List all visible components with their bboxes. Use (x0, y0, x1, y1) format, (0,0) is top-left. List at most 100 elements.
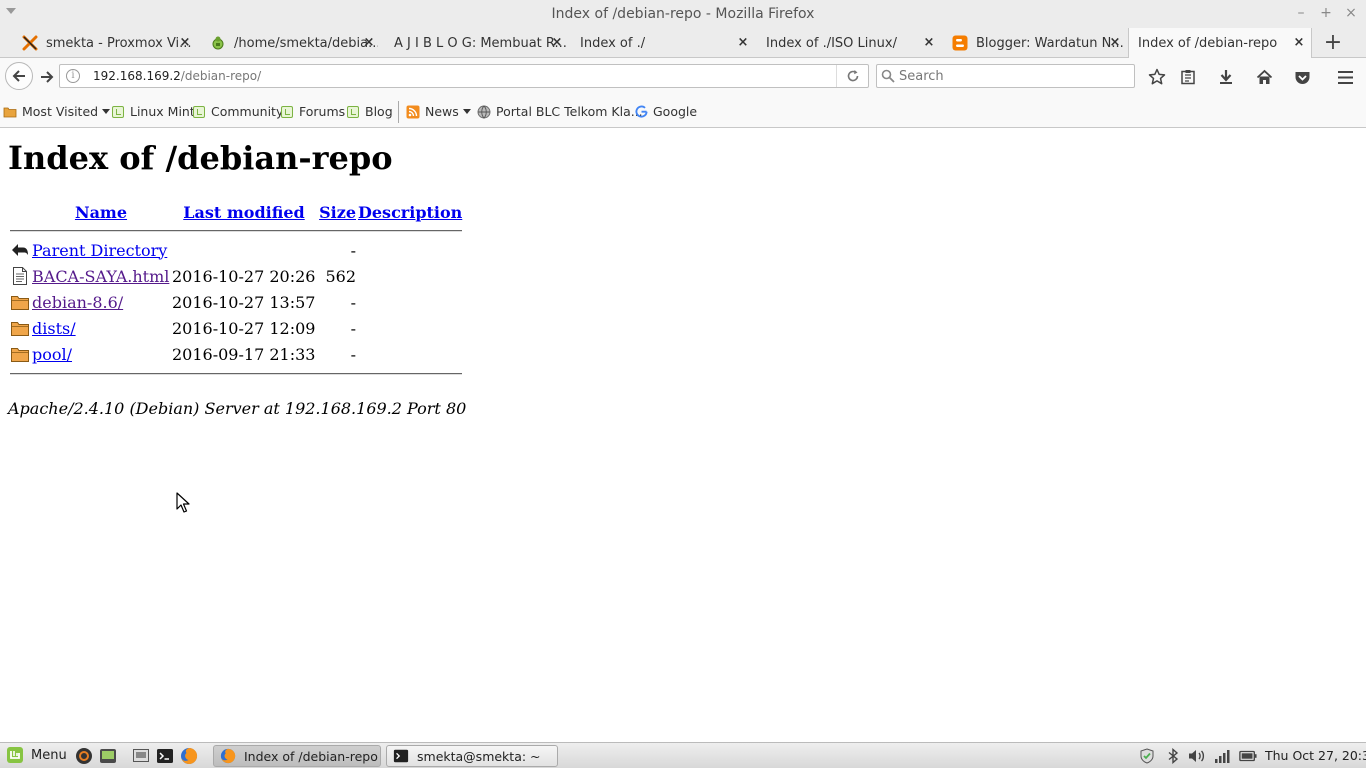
directory-link[interactable]: dists/ (32, 319, 76, 338)
name-cell: BACA-SAYA.html (32, 264, 170, 288)
sort-by-last-modified-link[interactable]: Last modified (183, 203, 304, 222)
ubuntu-software-icon[interactable] (75, 747, 93, 765)
sort-by-description-link[interactable]: Description (358, 203, 462, 222)
bookmark-linux-mint[interactable]: Linux Mint (111, 104, 195, 119)
page-content: Index of /debian-repo Name Last modified… (0, 129, 1366, 742)
name-cell: debian-8.6/ (32, 290, 170, 314)
listing-header-row: Name Last modified Size Description (10, 201, 462, 223)
tab-close-icon[interactable]: × (1292, 35, 1306, 50)
tab-label: Blogger: Wardatun N... (976, 35, 1124, 51)
modified-cell: 2016-10-27 13:57 (172, 292, 316, 312)
maximize-button[interactable]: + (1318, 5, 1334, 21)
bookmark-label: Linux Mint (130, 104, 195, 119)
mint-icon (111, 105, 125, 119)
search-input[interactable] (899, 67, 1129, 85)
bookmark-news[interactable]: News (406, 104, 471, 119)
new-tab-button[interactable]: + (1322, 30, 1344, 55)
pocket-button[interactable] (1291, 66, 1313, 88)
name-cell: pool/ (32, 342, 170, 366)
tab-blogger[interactable]: Blogger: Wardatun N... × (952, 28, 1124, 58)
bookmark-label: Most Visited (22, 104, 99, 119)
minimize-button[interactable]: – (1293, 5, 1309, 21)
task-label: Index of /debian-repo ... (244, 748, 381, 764)
tab-close-icon[interactable]: × (736, 35, 750, 50)
system-monitor-icon[interactable] (99, 747, 117, 765)
tab-index-root[interactable]: Index of ./ × (580, 28, 752, 58)
directory-link[interactable]: debian-8.6/ (32, 293, 123, 312)
tab-debian-repo[interactable]: Index of /debian-repo × (1128, 28, 1312, 59)
row-icon-cell (10, 342, 30, 366)
reload-button[interactable] (836, 65, 868, 87)
proxmox-icon (22, 35, 38, 51)
modified-cell: 2016-09-17 21:33 (172, 344, 316, 364)
tab-file-manager[interactable]: /home/smekta/debia... × (210, 28, 378, 58)
taskbar-item-terminal[interactable]: smekta@smekta: ~ (386, 745, 558, 767)
volume-icon[interactable] (1188, 748, 1206, 764)
sort-by-size-link[interactable]: Size (319, 203, 356, 222)
start-menu-button[interactable]: Menu (6, 746, 67, 764)
parent-directory-link[interactable]: Parent Directory (32, 241, 167, 260)
terminal-icon (393, 749, 409, 763)
search-icon (881, 69, 895, 83)
url-bar[interactable]: i 192.168.169.2/debian-repo/ (59, 64, 869, 88)
bookmark-blog[interactable]: Blog (346, 104, 393, 119)
tab-label: Index of /debian-repo (1138, 36, 1278, 51)
url-text[interactable]: 192.168.169.2/debian-repo/ (93, 69, 261, 83)
bookmark-community[interactable]: Community (192, 104, 283, 119)
bookmark-label: Community (211, 104, 284, 119)
downloads-button[interactable] (1215, 66, 1237, 88)
taskbar-item-firefox[interactable]: Index of /debian-repo ... (213, 745, 381, 767)
directory-link[interactable]: pool/ (32, 345, 72, 364)
firefox-launcher-icon[interactable] (180, 747, 198, 765)
bookmarks-menu-button[interactable] (1177, 66, 1199, 88)
menu-label: Menu (31, 747, 67, 763)
home-button[interactable] (1253, 66, 1275, 88)
file-manager-icon (210, 35, 226, 51)
bookmark-forums[interactable]: Forums (280, 104, 345, 119)
folder-icon (11, 348, 29, 362)
update-manager-icon[interactable] (1138, 748, 1156, 764)
tab-close-icon[interactable]: × (178, 35, 192, 50)
last-modified-column-header: Last modified (172, 201, 316, 223)
bookmark-portal-blc[interactable]: Portal BLC Telkom Kla... (477, 104, 643, 119)
window-title: Index of /debian-repo - Mozilla Firefox (551, 6, 815, 22)
sort-by-name-link[interactable]: Name (75, 203, 127, 222)
bluetooth-icon[interactable] (1164, 748, 1182, 764)
search-bar[interactable] (876, 64, 1135, 88)
back-arrow-icon (12, 70, 25, 82)
bookmark-google[interactable]: Google (634, 104, 697, 119)
bookmark-star-button[interactable] (1146, 66, 1168, 88)
tab-close-icon[interactable]: × (550, 35, 564, 50)
terminal-launcher-icon[interactable] (156, 747, 174, 765)
size-cell: - (350, 292, 356, 312)
name-cell: dists/ (32, 316, 170, 340)
taskbar-clock[interactable]: Thu Oct 27, 20:33 (1265, 748, 1366, 763)
icon-column-header (10, 201, 30, 223)
firefox-icon (220, 748, 236, 764)
tab-close-icon[interactable]: × (362, 35, 376, 50)
forward-button[interactable] (36, 66, 58, 88)
file-link[interactable]: BACA-SAYA.html (32, 267, 169, 286)
tab-proxmox[interactable]: smekta - Proxmox Vi... × (22, 28, 194, 58)
tab-iso-linux[interactable]: Index of ./ISO Linux/ × (766, 28, 938, 58)
bookmark-most-visited[interactable]: Most Visited (3, 104, 111, 119)
tab-label: /home/smekta/debia... (234, 35, 378, 51)
modified-cell: 2016-10-27 12:09 (172, 318, 316, 338)
tab-close-icon[interactable]: × (1108, 35, 1122, 50)
clipboard-icon (1181, 70, 1195, 85)
close-window-button[interactable]: × (1343, 5, 1359, 21)
network-signal-icon[interactable] (1213, 748, 1231, 764)
back-icon (12, 244, 28, 256)
folder-icon (3, 105, 17, 119)
hamburger-menu-button[interactable] (1334, 66, 1356, 88)
task-label: smekta@smekta: ~ (417, 748, 541, 764)
site-info-icon[interactable]: i (66, 69, 80, 83)
tab-ajiblog[interactable]: A J I B L O G: Membuat R... × (394, 28, 566, 58)
show-desktop-icon[interactable] (132, 747, 150, 765)
tab-close-icon[interactable]: × (922, 35, 936, 50)
row-icon-cell (10, 238, 30, 262)
globe-icon (477, 105, 491, 119)
battery-icon[interactable] (1239, 748, 1257, 764)
bookmarks-toolbar: Most Visited Linux Mint Community Forums… (0, 96, 1366, 128)
back-button[interactable] (5, 62, 33, 90)
